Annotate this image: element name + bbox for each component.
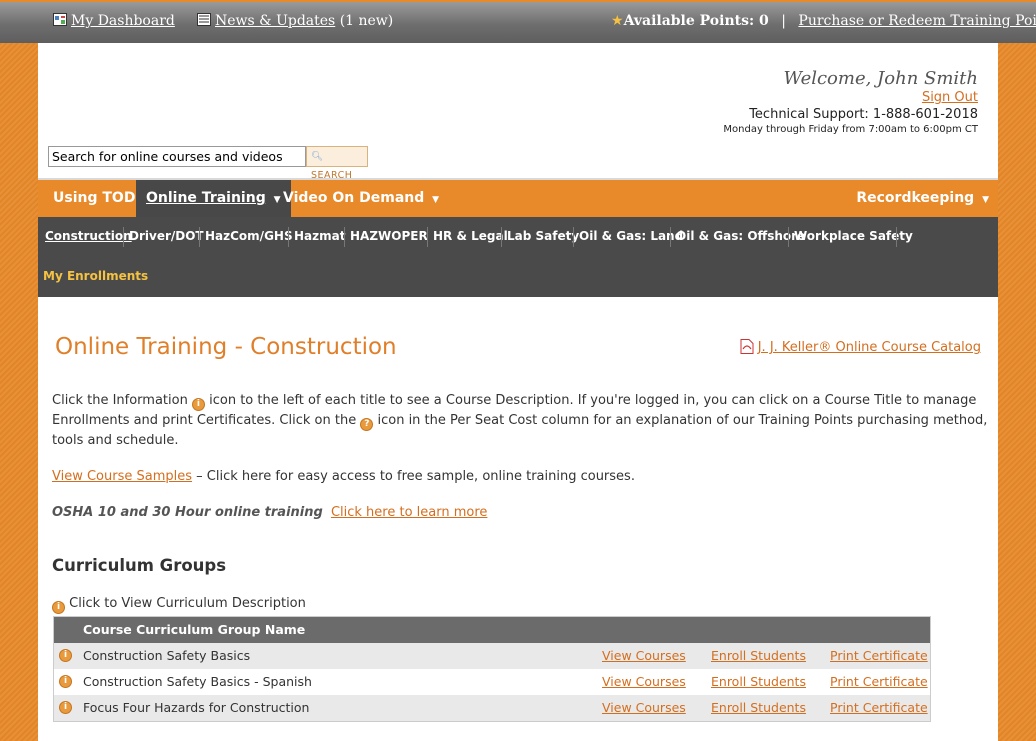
magnifier-icon: 🔍︎ [311,151,324,162]
search-button[interactable]: 🔍︎ SEARCH [306,146,368,181]
table-header: Course Curriculum Group Name [54,617,930,643]
table-row: i Focus Four Hazards for Construction Vi… [54,695,930,721]
subnav-oil-gas-land[interactable]: Oil & Gas: Land [579,229,683,243]
print-certificate-link[interactable]: Print Certificate [830,695,928,721]
topbar-separator: | [781,13,786,29]
subnav-driver-dot[interactable]: Driver/DOT [129,229,204,243]
subnav-divider [199,227,200,247]
curriculum-desc-text: Click to View Curriculum Description [69,596,306,611]
intro-text: Enrollments and print Certificates. Clic… [52,413,357,428]
nav-online-training-label: Online Training [146,190,266,206]
top-bar: My Dashboard News & Updates (1 new) ★Ava… [0,0,1036,43]
table-row: i Construction Safety Basics - Spanish V… [54,669,930,695]
news-count: (1 new) [339,13,394,29]
page-title: Online Training - Construction [55,334,397,360]
view-courses-link[interactable]: View Courses [602,643,686,669]
star-icon: ★ [611,13,624,29]
info-icon[interactable]: i [59,649,72,662]
subnav-divider [573,227,574,247]
view-courses-link[interactable]: View Courses [602,669,686,695]
subnav-divider [123,227,124,247]
subnav-divider [788,227,789,247]
curriculum-groups-heading: Curriculum Groups [52,556,227,575]
subnav-hazwoper[interactable]: HAZWOPER [350,229,428,243]
nav-online-training[interactable]: Online Training ▼ [136,180,291,217]
subnav-lab-safety[interactable]: Lab Safety [507,229,579,243]
my-enrollments-link[interactable]: My Enrollments [43,269,148,283]
intro-text: icon in the Per Seat Cost column for an … [377,413,988,428]
nav-video-label: Video On Demand [283,190,425,206]
chevron-down-icon: ▼ [982,195,989,205]
sign-out-link[interactable]: Sign Out [922,90,978,105]
nav-using-tod[interactable]: Using TOD [53,180,135,217]
intro-text: Click the Information [52,393,188,408]
curriculum-name[interactable]: Focus Four Hazards for Construction [83,695,309,721]
samples-line: View Course Samples – Click here for eas… [52,467,635,487]
enroll-students-link[interactable]: Enroll Students [711,695,806,721]
info-icon: i [52,601,65,614]
subnav-oil-gas-offshore[interactable]: Oil & Gas: Offshore [676,229,805,243]
intro-paragraph: Click the Information i icon to the left… [52,391,992,451]
view-course-samples-link[interactable]: View Course Samples [52,469,192,484]
curriculum-name[interactable]: Construction Safety Basics - Spanish [83,669,312,695]
subnav-hazmat[interactable]: Hazmat [294,229,345,243]
print-certificate-link[interactable]: Print Certificate [830,643,928,669]
intro-text: tools and schedule. [52,433,179,448]
subnav-hazcom[interactable]: HazCom/GHS [205,229,293,243]
tech-support: Technical Support: 1-888-601-2018 [749,107,978,122]
intro-text: icon to the left of each title to see a … [209,393,977,408]
chevron-down-icon: ▼ [273,195,281,205]
main-nav: Using TOD Online Training ▼ Video On Dem… [38,178,998,217]
subnav-construction[interactable]: Construction [45,229,132,243]
newspaper-icon [197,13,211,26]
news-link[interactable]: News & Updates (1 new) [197,13,393,29]
purchase-points-link[interactable]: Purchase or Redeem Training Points [798,13,1036,29]
subnav-divider [896,227,897,247]
search-input[interactable]: Search for online courses and videos [48,146,306,167]
nav-recordkeeping[interactable]: Recordkeeping ▼ [856,180,989,217]
print-certificate-link[interactable]: Print Certificate [830,669,928,695]
subnav-divider [501,227,502,247]
osha-learn-more-link[interactable]: Click here to learn more [331,505,487,520]
course-catalog-label: J. J. Keller® Online Course Catalog [757,340,981,355]
subnav-divider [427,227,428,247]
info-icon[interactable]: i [59,701,72,714]
support-hours: Monday through Friday from 7:00am to 6:0… [723,124,978,135]
curriculum-desc-hint: i Click to View Curriculum Description [52,594,306,614]
news-label[interactable]: News & Updates [215,13,335,29]
enroll-students-link[interactable]: Enroll Students [711,643,806,669]
welcome-message: Welcome, John Smith [783,68,978,89]
info-icon: i [191,398,205,411]
dashboard-icon [53,13,67,26]
table-row: i Construction Safety Basics View Course… [54,643,930,669]
enroll-students-link[interactable]: Enroll Students [711,669,806,695]
osha-text: OSHA 10 and 30 Hour online training [52,505,323,520]
points-label: Available Points: 0 [623,13,769,29]
nav-recordkeeping-label: Recordkeeping [856,190,975,206]
available-points: ★Available Points: 0 | Purchase or Redee… [611,13,1036,29]
page-container: Welcome, John Smith Sign Out Technical S… [38,43,998,741]
curriculum-name[interactable]: Construction Safety Basics [83,643,250,669]
dashboard-label[interactable]: My Dashboard [71,13,175,29]
view-courses-link[interactable]: View Courses [602,695,686,721]
samples-text: – Click here for easy access to free sam… [192,469,635,484]
nav-video-on-demand[interactable]: Video On Demand ▼ [283,180,439,217]
subnav-hr-legal[interactable]: HR & Legal [433,229,508,243]
dashboard-link[interactable]: My Dashboard [53,13,175,29]
osha-line: OSHA 10 and 30 Hour online training Clic… [52,503,487,523]
help-icon: ? [360,418,374,431]
pdf-icon [740,339,754,354]
subnav-divider [670,227,671,247]
chevron-down-icon: ▼ [432,195,440,205]
subnav-divider [344,227,345,247]
sub-nav: Construction Driver/DOT HazCom/GHS Hazma… [38,217,998,297]
course-catalog-link[interactable]: J. J. Keller® Online Course Catalog [740,339,981,355]
subnav-divider [288,227,289,247]
info-icon[interactable]: i [59,675,72,688]
curriculum-table: Course Curriculum Group Name i Construct… [53,616,931,722]
